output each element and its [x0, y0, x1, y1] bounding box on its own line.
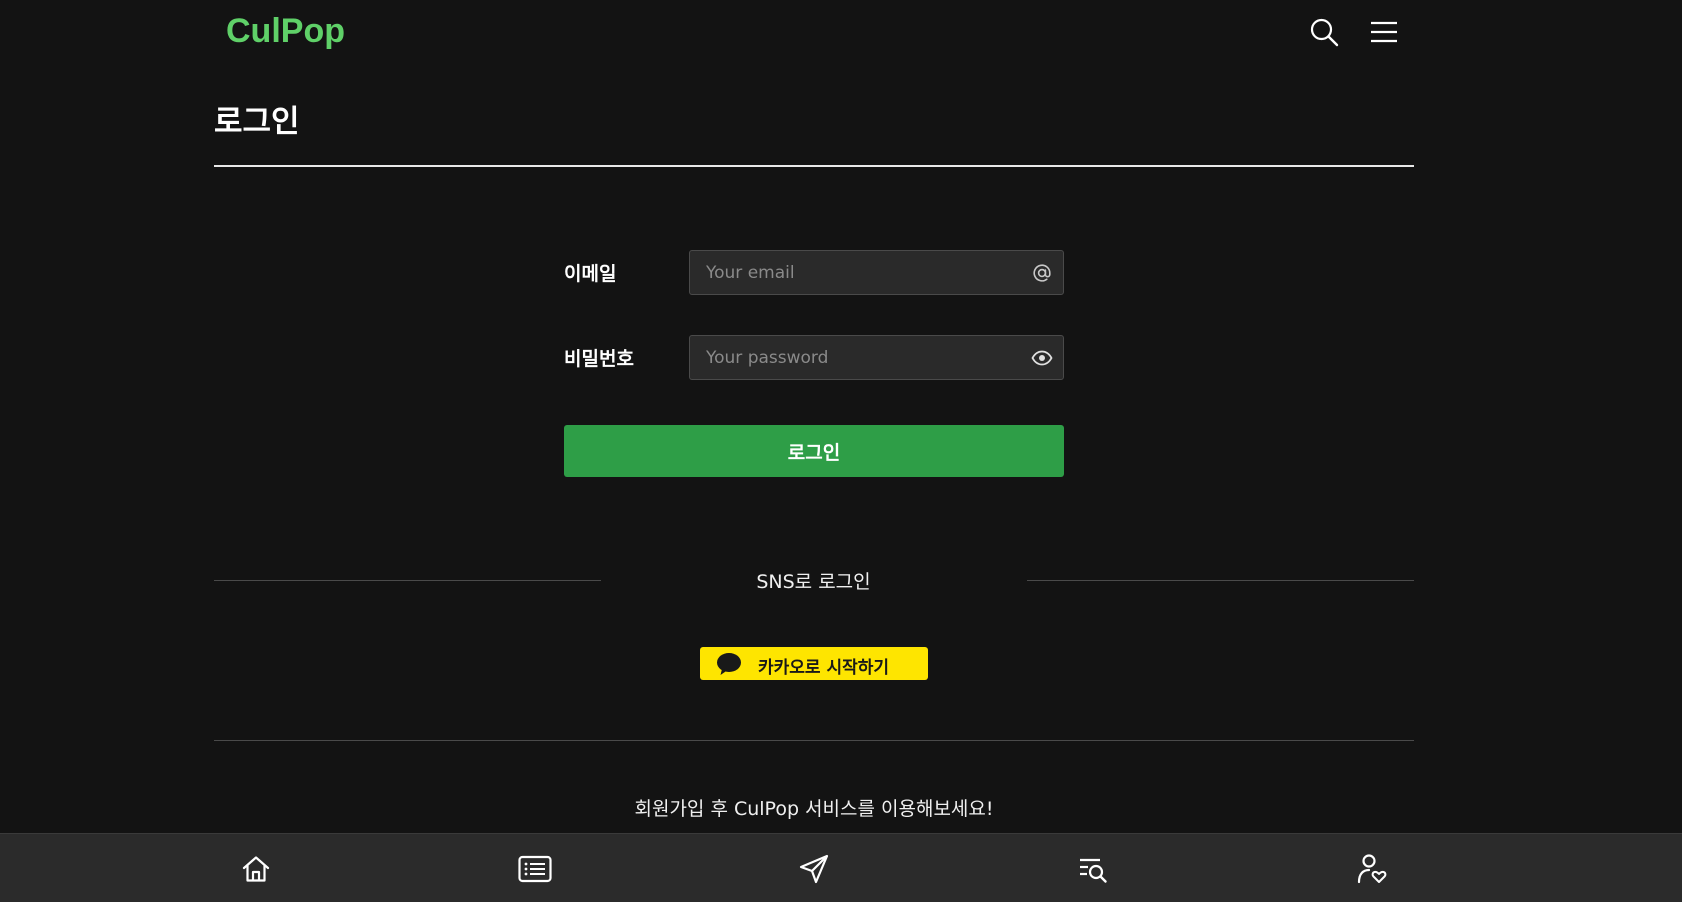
password-label: 비밀번호 [564, 348, 634, 370]
menu-button[interactable] [1367, 15, 1401, 49]
eye-icon[interactable] [1031, 347, 1053, 369]
page-title: 로그인 [214, 104, 300, 140]
email-field-container [689, 250, 1064, 295]
logo[interactable]: CulPop [226, 12, 345, 51]
user-heart-icon [1357, 854, 1387, 884]
signup-prompt[interactable]: 회원가입 후 CulPop 서비스를 이용해보세요! [214, 794, 1414, 821]
nav-list[interactable] [517, 851, 553, 887]
nav-send[interactable] [796, 851, 832, 887]
nav-profile[interactable] [1354, 851, 1390, 887]
email-input[interactable] [690, 251, 1020, 294]
speech-bubble-icon [717, 653, 741, 675]
at-sign-icon [1031, 262, 1053, 284]
bottom-divider [214, 740, 1414, 741]
app: CulPop 로그인 이메일 비밀번호 [0, 0, 1682, 902]
sns-divider-right [1027, 580, 1414, 581]
email-label: 이메일 [564, 263, 617, 285]
search-icon [1310, 18, 1339, 47]
title-divider [214, 165, 1414, 167]
kakao-login-label: 카카오로 시작하기 [758, 658, 890, 678]
search-list-icon [1080, 858, 1107, 883]
sns-divider-left [214, 580, 601, 581]
nav-search-list[interactable] [1075, 851, 1111, 887]
send-icon [799, 854, 829, 884]
search-button[interactable] [1307, 15, 1341, 49]
password-input[interactable] [690, 336, 1020, 379]
nav-home[interactable] [238, 851, 274, 887]
list-icon [518, 855, 552, 883]
bottom-nav [0, 833, 1682, 902]
password-field-container [689, 335, 1064, 380]
sns-login-heading: SNS로 로그인 [756, 571, 871, 593]
login-button[interactable]: 로그인 [564, 425, 1064, 477]
home-icon [242, 856, 270, 882]
kakao-login-button[interactable]: 카카오로 시작하기 [700, 647, 928, 680]
hamburger-menu-icon [1371, 21, 1397, 43]
